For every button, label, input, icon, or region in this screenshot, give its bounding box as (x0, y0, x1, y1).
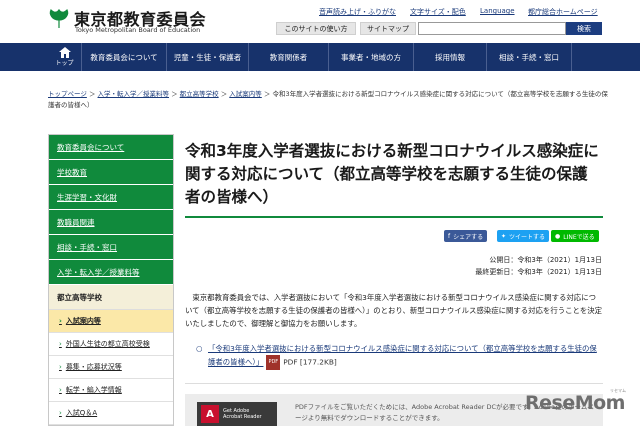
pdf-icon: PDF (266, 355, 281, 370)
title-divider (185, 216, 603, 218)
sidebar-section-title[interactable]: 都立高等学校 (49, 285, 173, 310)
sidebar-item-admission[interactable]: 入学・転入学／授業料等 (49, 260, 173, 285)
sidebar-sub-label: 外国人生徒の都立高校受検 (65, 340, 150, 348)
pdf-size: PDF [177.2KB] (283, 357, 337, 367)
home-icon (58, 47, 71, 58)
sidebar-sub-item-foreign[interactable]: › 外国人生徒の都立高校受検 (49, 333, 173, 356)
util-link-font-size[interactable]: 文字サイズ・配色 (410, 7, 466, 17)
twitter-share-button[interactable]: ✦ ツイートする (497, 230, 550, 242)
share-label: シェアする (453, 233, 484, 241)
sidebar-item-consult[interactable]: 相談・手続・窓口 (49, 235, 173, 260)
nav-item-students[interactable]: 児童・生徒・保護者 (167, 43, 249, 71)
sidebar-sub-label: 募集・応募状況等 (65, 363, 122, 371)
chevron-right-icon: › (59, 317, 62, 325)
sidebar-sub-label: 転学・編入学情報 (65, 386, 122, 394)
resemom-watermark-sub: リセマム (610, 388, 626, 393)
nav-item-business[interactable]: 事業者・地域の方 (329, 43, 414, 71)
sidebar-sub-item-transfer[interactable]: › 転学・編入学情報 (49, 379, 173, 402)
chevron-right-icon: › (59, 409, 62, 417)
nav-home[interactable]: トップ (48, 43, 82, 71)
nav-item-recruit[interactable]: 採用情報 (414, 43, 487, 71)
sidebar-sub-label: 入試案内等 (65, 317, 101, 325)
line-icon: ● (555, 232, 561, 240)
share-label: LINEで送る (563, 233, 595, 241)
breadcrumb: トップページ ＞ 入学・転入学／授業料等 ＞ 都立高等学校 ＞ 入試案内等 ＞ … (48, 90, 608, 109)
bullet-circle-icon: ○ (196, 344, 203, 353)
chevron-right-icon: › (59, 386, 62, 394)
get-acrobat-button[interactable]: A Get Adobe Acrobat Reader (197, 402, 277, 426)
nav-item-consult[interactable]: 相談・手続・窓口 (487, 43, 572, 71)
sidebar-sub-item-exam-info[interactable]: › 入試案内等 (49, 310, 173, 333)
nav-item-educators[interactable]: 教育関係者 (249, 43, 329, 71)
facebook-share-button[interactable]: f シェアする (444, 230, 488, 242)
ginkgo-logo-icon[interactable] (48, 8, 70, 30)
sidebar-item-staff[interactable]: 教職員関連 (49, 210, 173, 235)
util-link-language[interactable]: Language (480, 7, 515, 15)
how-to-use-button[interactable]: このサイトの使い方 (276, 22, 356, 35)
sidebar: 教育委員会について 学校教育 生涯学習・文化財 教職員関連 相談・手続・窓口 入… (48, 134, 174, 426)
resemom-watermark: ReseMom (525, 392, 625, 414)
global-nav: トップ 教育委員会について 児童・生徒・保護者 教育関係者 事業者・地域の方 採… (0, 43, 640, 71)
twitter-icon: ✦ (501, 232, 507, 240)
chevron-right-icon: › (59, 340, 62, 348)
share-label: ツイートする (509, 233, 546, 241)
chevron-right-icon: › (59, 363, 62, 371)
body-paragraph: 東京都教育委員会では、入学者選抜において「令和3年度入学者選抜における新型コロナ… (185, 293, 603, 328)
nav-item-board[interactable]: 教育委員会について (82, 43, 167, 71)
search-input[interactable] (418, 22, 566, 35)
acrobat-badge-line2: Acrobat Reader (223, 414, 262, 420)
nav-home-label: トップ (55, 60, 74, 67)
updated-date: 最終更新日：令和3年（2021）1月13日 (475, 268, 602, 276)
sidebar-item-lifelong[interactable]: 生涯学習・文化財 (49, 185, 173, 210)
sidebar-sub-label: 入試Q＆A (65, 409, 98, 417)
sidebar-sub-item-faq[interactable]: › 入試Q＆A (49, 402, 173, 425)
sidebar-item-board[interactable]: 教育委員会について (49, 135, 173, 160)
util-link-tokyo-gov[interactable]: 都庁総合ホームページ (528, 7, 598, 17)
date-info: 公開日：令和3年（2021）1月13日 最終更新日：令和3年（2021）1月13… (475, 254, 602, 278)
util-link-speech[interactable]: 音声読み上げ・ふりがな (319, 7, 396, 17)
site-logo-subtitle: Tokyo Metropolitan Board of Education (75, 26, 201, 34)
sitemap-button[interactable]: サイトマップ (360, 22, 416, 35)
facebook-icon: f (448, 232, 451, 240)
acrobat-icon: A (201, 405, 219, 423)
site-header: 東京都教育委員会 Tokyo Metropolitan Board of Edu… (0, 0, 640, 42)
breadcrumb-link[interactable]: 都立高等学校 (180, 90, 219, 98)
published-date: 公開日：令和3年（2021）1月13日 (489, 256, 602, 264)
sidebar-item-school[interactable]: 学校教育 (49, 160, 173, 185)
breadcrumb-link[interactable]: 入試案内等 (229, 90, 262, 98)
content-divider (185, 383, 603, 384)
page-title: 令和3年度入学者選抜における新型コロナウイルス感染症に関する対応について（都立高… (185, 142, 599, 206)
breadcrumb-link[interactable]: トップページ (48, 90, 87, 98)
line-share-button[interactable]: ● LINEで送る (551, 230, 599, 242)
breadcrumb-link[interactable]: 入学・転入学／授業料等 (98, 90, 170, 98)
document-link[interactable]: ○ 「令和3年度入学者選抜における新型コロナウイルス感染症に関する対応について（… (196, 342, 603, 370)
search-button[interactable]: 検索 (566, 22, 602, 35)
sidebar-sub-item-applications[interactable]: › 募集・応募状況等 (49, 356, 173, 379)
